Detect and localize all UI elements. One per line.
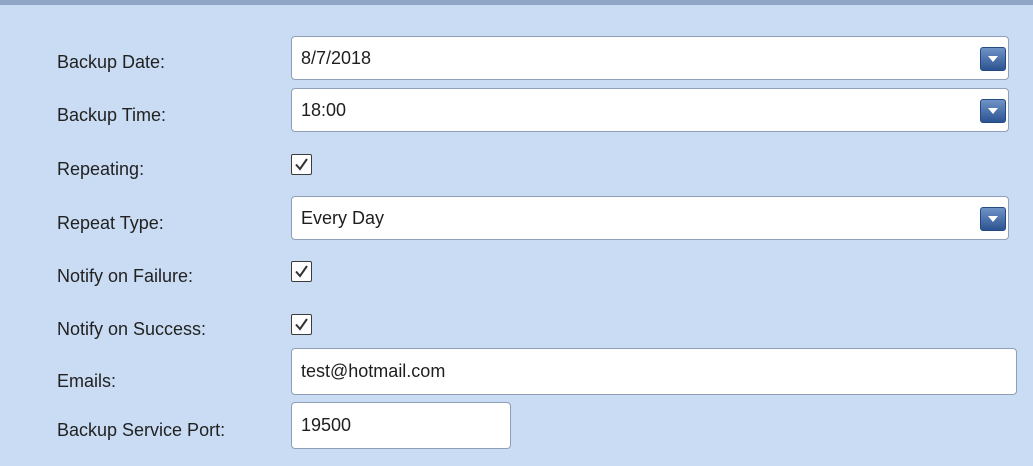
backup-time-value: 18:00: [301, 100, 347, 120]
backup-date-label: Backup Date:: [57, 52, 166, 72]
repeating-label: Repeating:: [57, 159, 145, 179]
chevron-down-icon[interactable]: [980, 47, 1006, 71]
repeat-type-dropdown[interactable]: Every Day: [291, 196, 1009, 240]
backup-date-value: 8/7/2018: [301, 48, 372, 68]
notify-success-label: Notify on Success:: [57, 319, 207, 339]
emails-value: test@hotmail.com: [301, 361, 446, 381]
service-port-input[interactable]: 19500: [291, 402, 511, 449]
notify-failure-label: Notify on Failure:: [57, 266, 194, 286]
backup-date-dropdown[interactable]: 8/7/2018: [291, 36, 1009, 80]
service-port-value: 19500: [301, 415, 352, 435]
chevron-down-icon[interactable]: [980, 207, 1006, 231]
emails-label: Emails:: [57, 371, 117, 391]
repeating-checkbox[interactable]: [291, 154, 312, 175]
backup-time-label: Backup Time:: [57, 105, 167, 125]
checkmark-icon: [295, 265, 308, 278]
emails-input[interactable]: test@hotmail.com: [291, 348, 1017, 395]
repeat-type-value: Every Day: [301, 208, 385, 228]
checkmark-icon: [295, 158, 308, 171]
checkmark-icon: [295, 318, 308, 331]
notify-failure-checkbox[interactable]: [291, 261, 312, 282]
backup-time-dropdown[interactable]: 18:00: [291, 88, 1009, 132]
backup-settings-panel: Backup Date: 8/7/2018 Backup Time: 18:00…: [0, 0, 1033, 466]
repeat-type-label: Repeat Type:: [57, 213, 164, 233]
service-port-label: Backup Service Port:: [57, 420, 226, 440]
chevron-down-icon[interactable]: [980, 99, 1006, 123]
notify-success-checkbox[interactable]: [291, 314, 312, 335]
